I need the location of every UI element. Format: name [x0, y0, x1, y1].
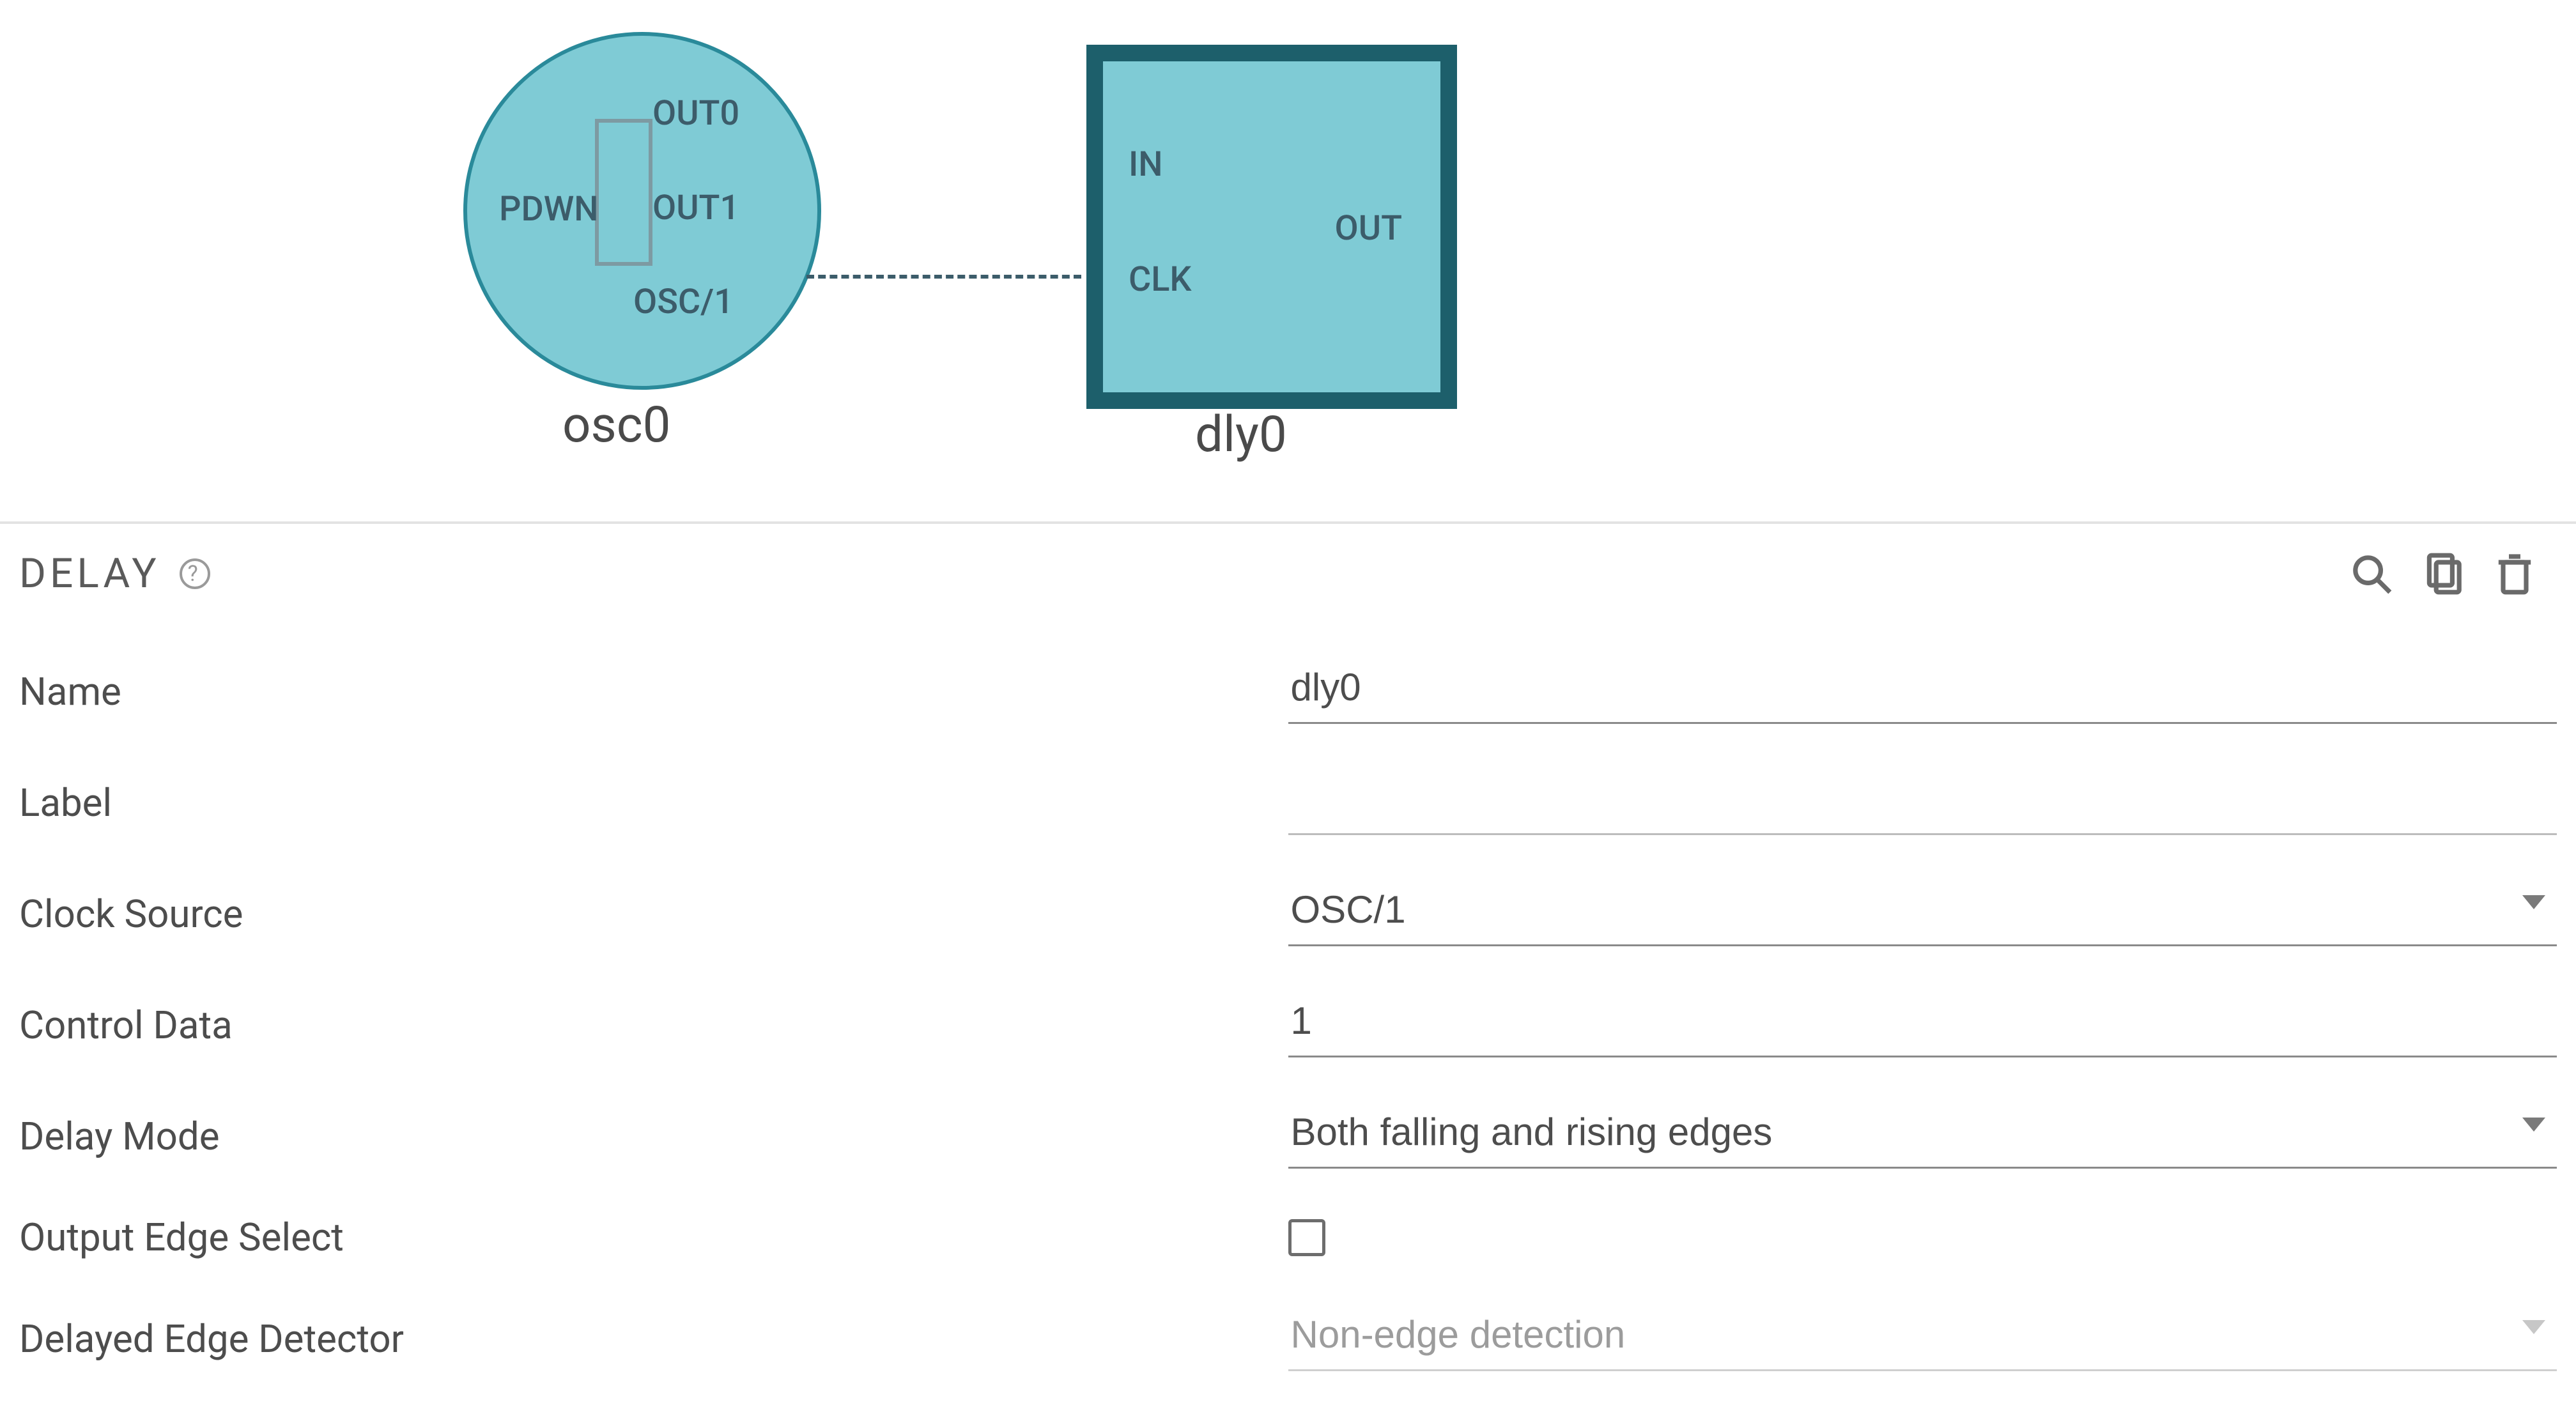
name-label: Name: [19, 669, 1288, 714]
pin-clk[interactable]: CLK: [1129, 259, 1192, 300]
pin-out[interactable]: OUT: [1335, 208, 1402, 249]
node-osc0[interactable]: PDWN OUT0 OUT1 OSC/1: [463, 32, 821, 390]
properties-title: DELAY: [19, 549, 160, 597]
control-data-label: Control Data: [19, 1003, 1288, 1048]
label-input[interactable]: [1288, 770, 2557, 835]
connection-osc-to-dly[interactable]: [806, 275, 1081, 279]
properties-panel: DELAY ? Name Label: [0, 524, 2576, 1394]
chevron-down-icon: [2522, 1320, 2545, 1334]
pin-oscdiv[interactable]: OSC/1: [633, 282, 734, 322]
clock-source-label: Clock Source: [19, 891, 1288, 937]
label-label: Label: [19, 780, 1288, 826]
copy-icon[interactable]: [2420, 551, 2466, 597]
delayed-edge-detector-label: Delayed Edge Detector: [19, 1316, 1288, 1362]
node-dly0[interactable]: IN CLK OUT: [1086, 45, 1457, 409]
pin-out1[interactable]: OUT1: [652, 188, 739, 228]
design-canvas[interactable]: PDWN OUT0 OUT1 OSC/1 osc0 IN CLK OUT dly…: [0, 0, 2576, 524]
delay-mode-label: Delay Mode: [19, 1114, 1288, 1159]
chevron-down-icon: [2522, 1118, 2545, 1132]
control-data-input[interactable]: [1288, 992, 2557, 1057]
node-osc0-label: osc0: [562, 396, 670, 454]
output-edge-select-label: Output Edge Select: [19, 1215, 1288, 1260]
help-icon[interactable]: ?: [180, 558, 210, 589]
delay-mode-select[interactable]: [1288, 1103, 2557, 1169]
name-input[interactable]: [1288, 659, 2557, 724]
osc-inner-rect: [595, 119, 652, 266]
pin-out0[interactable]: OUT0: [652, 93, 739, 134]
chevron-down-icon: [2522, 895, 2545, 909]
pin-pdwn[interactable]: PDWN: [499, 189, 599, 229]
search-icon[interactable]: [2348, 551, 2395, 597]
properties-header: DELAY ?: [19, 549, 2557, 597]
output-edge-select-checkbox[interactable]: [1288, 1219, 1325, 1256]
node-dly0-label: dly0: [1195, 406, 1287, 464]
delayed-edge-detector-select: [1288, 1306, 2557, 1371]
clock-source-select[interactable]: [1288, 881, 2557, 946]
delete-icon[interactable]: [2492, 551, 2538, 597]
pin-in[interactable]: IN: [1129, 144, 1163, 185]
